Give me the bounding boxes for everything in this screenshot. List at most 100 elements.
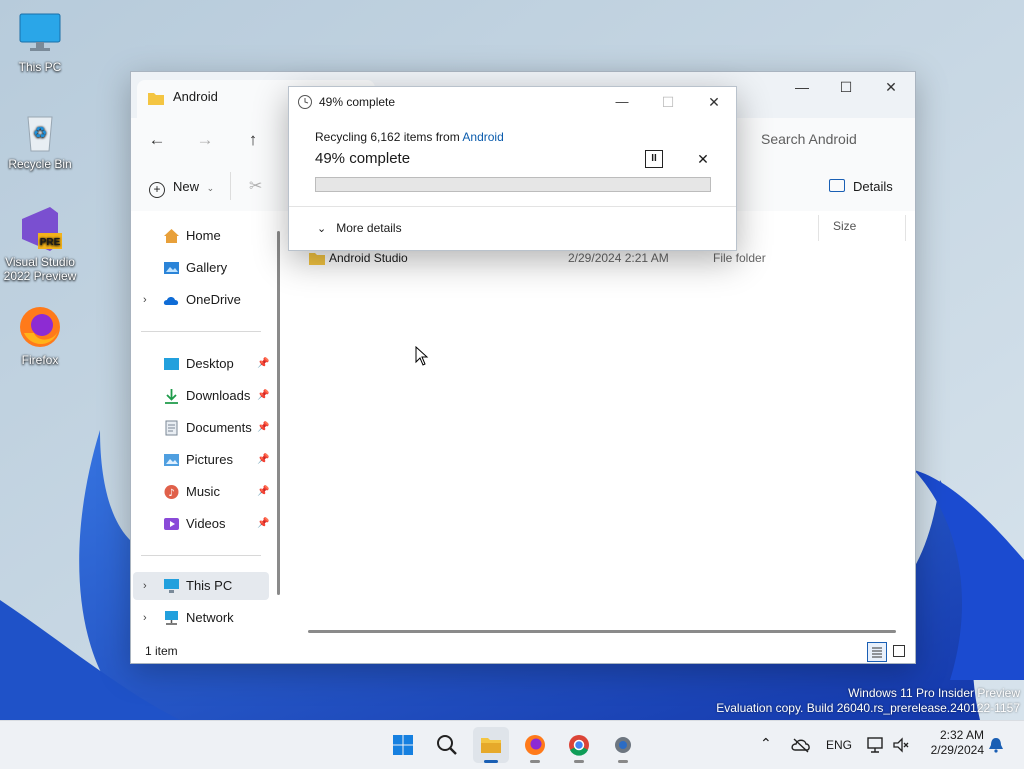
pin-icon: 📌 [257,422,270,433]
cloud-offline-icon[interactable] [791,737,811,753]
svg-text:♪: ♪ [168,488,174,499]
monitor-icon [16,10,64,58]
search-input[interactable]: Search Android [751,122,915,156]
more-details-label: More details [336,221,402,235]
system-clock[interactable]: 2:32 AM 2/29/2024 [918,728,984,758]
sidebar-item-pictures[interactable]: Pictures 📌 [133,446,269,474]
sidebar-item-gallery[interactable]: Gallery [133,254,269,282]
clock-date: 2/29/2024 [930,743,984,757]
sidebar-item-network[interactable]: › Network [133,604,269,632]
back-arrow-icon[interactable]: ← [145,128,169,152]
taskbar-file-explorer[interactable] [473,727,509,763]
recycle-bin-icon: ♻ [16,107,64,155]
new-button[interactable]: + New ⌄ [149,175,214,199]
build-watermark: Windows 11 Pro Insider Preview Evaluatio… [716,686,1020,716]
sidebar-item-desktop[interactable]: Desktop 📌 [133,350,269,378]
toolbar-divider [230,172,231,200]
network-status-icon[interactable] [866,736,886,754]
column-divider [905,215,906,241]
start-button[interactable] [385,727,421,763]
desktop-icon-label: Visual Studio 2022 Preview [3,255,77,283]
pictures-icon [164,454,179,466]
network-icon [165,611,178,625]
desktop-icon-recycle-bin[interactable]: ♻ Recycle Bin [0,107,80,171]
pause-button[interactable]: II [645,150,663,168]
progress-bar-fill [316,178,510,191]
large-icons-view-icon[interactable] [893,645,905,657]
desktop-icon-label: Recycle Bin [8,157,72,171]
cut-icon[interactable]: ✂ [249,176,262,196]
sidebar-item-documents[interactable]: Documents 📌 [133,414,269,442]
taskbar-settings[interactable] [605,727,641,763]
chevron-down-icon: ⌄ [317,223,327,235]
taskbar: ⌃ ENG 2:32 AM 2/29/2024 [0,720,1024,769]
dialog-close-button[interactable]: ✕ [691,87,737,117]
firefox-icon [16,303,64,351]
firefox-icon [525,735,545,755]
sidebar-divider [141,331,261,332]
sidebar-item-music[interactable]: ♪ Music 📌 [133,478,269,506]
pin-icon: 📌 [257,486,270,497]
close-button[interactable]: ✕ [868,72,914,102]
recycling-status: Recycling 6,162 items from Android [315,130,504,144]
forward-arrow-icon[interactable]: → [193,128,217,152]
minimize-button[interactable]: — [779,72,825,102]
search-icon [437,735,457,755]
details-button[interactable]: Details [829,175,893,199]
taskbar-firefox[interactable] [517,727,553,763]
desktop-icon-label: Firefox [21,353,59,367]
column-size[interactable]: Size [833,219,856,233]
speaker-muted-icon[interactable] [892,737,910,753]
desktop-icon-firefox[interactable]: Firefox [0,303,80,367]
search-button[interactable] [429,727,465,763]
plus-icon: + [149,182,165,198]
chevron-up-icon[interactable]: ⌃ [760,735,772,752]
sidebar-item-videos[interactable]: Videos 📌 [133,510,269,538]
desktop-icon-label: This PC [18,60,62,74]
desktop-icon-visual-studio[interactable]: PRE Visual Studio 2022 Preview [0,205,80,283]
windows-logo-icon [393,735,413,755]
download-arrow-icon [165,389,178,404]
svg-text:♻: ♻ [33,123,47,142]
monitor-icon [164,579,179,593]
dialog-maximize-button[interactable]: ☐ [645,87,691,117]
more-details-toggle[interactable]: ⌄ More details [317,221,402,235]
sidebar-scrollbar[interactable] [277,231,280,595]
sidebar-item-label: Music [186,484,220,499]
dialog-title: 49% complete [319,95,396,109]
sidebar-item-home[interactable]: Home [133,222,269,250]
sidebar-item-label: Downloads [186,388,251,403]
dialog-minimize-button[interactable]: — [599,87,645,117]
sidebar-item-label: Home [186,228,221,243]
pin-icon: 📌 [257,454,270,465]
column-divider [818,215,819,241]
clock-time: 2:32 AM [939,728,984,742]
details-view-icon[interactable] [867,642,887,662]
recycling-prefix: Recycling 6,162 items from [315,130,463,144]
notification-bell-icon[interactable] [988,737,1004,753]
desktop-icon [164,358,179,370]
up-arrow-icon[interactable]: ↑ [241,128,265,152]
source-folder-link[interactable]: Android [462,130,503,144]
taskbar-chrome[interactable] [561,727,597,763]
sidebar-item-this-pc[interactable]: › This PC [133,572,269,600]
desktop-icon-this-pc[interactable]: This PC [0,10,80,74]
chevron-right-icon: › [143,294,147,306]
language-indicator[interactable]: ENG [826,738,852,752]
cloud-icon [163,297,179,305]
sidebar-item-downloads[interactable]: Downloads 📌 [133,382,269,410]
cancel-button[interactable]: ✕ [695,150,711,168]
music-icon: ♪ [164,485,179,499]
horizontal-scrollbar[interactable] [308,630,896,633]
new-label: New [173,179,200,194]
home-icon [164,229,179,243]
sidebar-item-onedrive[interactable]: › OneDrive [133,286,269,314]
percent-complete: 49% complete [315,150,411,167]
chevron-right-icon: › [143,580,147,592]
recycle-progress-dialog: 49% complete — ☐ ✕ Recycling 6,162 items… [288,86,737,251]
vs-badge: PRE [40,237,61,248]
maximize-button[interactable]: ☐ [823,72,869,102]
sidebar-divider [141,555,261,556]
status-bar: 1 item [131,639,915,663]
sidebar-item-label: This PC [186,578,233,593]
